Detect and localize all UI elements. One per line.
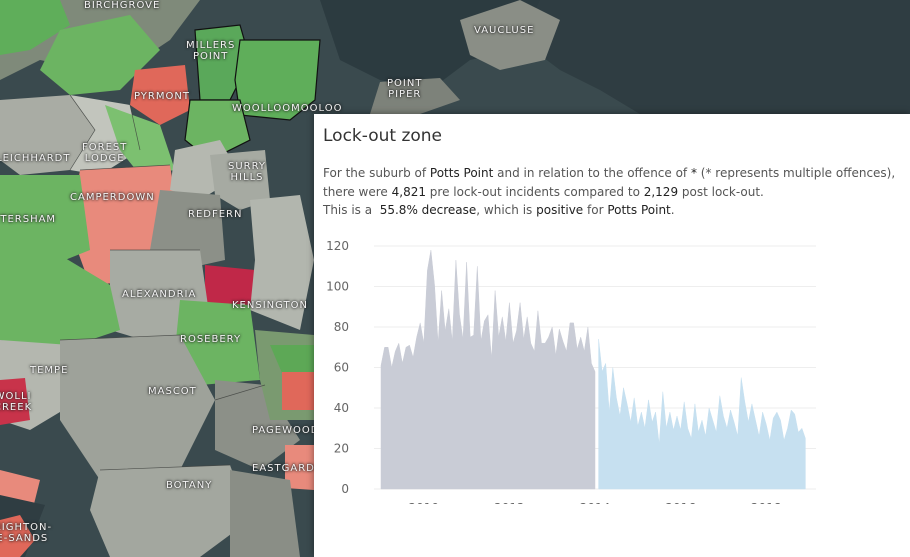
region-maroubra[interactable] [282, 372, 314, 410]
line1-mid: and in relation to the offence of [493, 166, 691, 180]
suburb-name: Potts Point [429, 166, 494, 180]
map-label-rosebery: ROSEBERY [180, 334, 242, 345]
line1-pre: For the suburb of [323, 166, 430, 180]
y-tick-label: 80 [334, 320, 349, 334]
map-label-leichhardt: LEICHHARDT [0, 153, 71, 164]
map-label-botany: BOTANY [166, 480, 213, 491]
description-line-1: For the suburb of Potts Point and in rel… [323, 164, 908, 183]
y-tick-label: 60 [334, 361, 349, 375]
line3-end: . [670, 203, 675, 217]
y-tick-label: 40 [334, 401, 349, 415]
map-label-wolli-creek: WOLLI CREEK [0, 391, 33, 413]
suburb-name-2: Potts Point [607, 203, 671, 217]
x-tick-label: 2016 [665, 501, 696, 504]
incidents-area-chart: 0 20 40 60 80 100 120 2010 2012 2014 2016 2018 [326, 239, 816, 504]
tooltip-panel: Lock-out zone For the suburb of Potts Po… [314, 114, 910, 557]
line1-post: (* represents multiple offences), [696, 166, 896, 180]
line3-mid: , which is [476, 203, 537, 217]
region-pagewood[interactable] [230, 470, 300, 557]
line2-mid: pre lock-out incidents compared to [425, 184, 644, 199]
map-label-woolloomooloo: WOOLLOOMOOLOO [232, 103, 343, 114]
map-label-pagewood: PAGEWOOD [252, 425, 320, 436]
series-area-post [598, 339, 806, 490]
map-label-camperdown: CAMPERDOWN [70, 192, 155, 203]
y-tick-label: 120 [326, 239, 349, 253]
map-label-brighton-le-sands: BRIGHTON- LE-SANDS [0, 522, 53, 544]
map-label-vaucluse: VAUCLUSE [474, 25, 535, 36]
map-label-forest-lodge: FOREST LODGE [82, 142, 128, 164]
tooltip-description: For the suburb of Potts Point and in rel… [323, 164, 908, 220]
map-label-surry-hills: SURRY HILLS [228, 161, 267, 183]
map-label-kensington: KENSINGTON [232, 300, 308, 311]
line3-for: for [583, 203, 608, 217]
map-label-tempe: TEMPE [30, 365, 69, 376]
map-label-birchgrove: BIRCHGROVE [84, 0, 161, 11]
x-tick-label: 2018 [751, 501, 782, 504]
description-line-2: there were 4,821 pre lock-out incidents … [323, 183, 908, 202]
map-label-alexandria: ALEXANDRIA [122, 289, 197, 300]
description-line-3: This is a 55.8% decrease, which is posit… [323, 201, 908, 220]
tooltip-title: Lock-out zone [323, 126, 443, 146]
map-label-redfern: REDFERN [188, 209, 243, 220]
map-label-petersham: PETERSHAM [0, 214, 57, 225]
map-label-millers-point: MILLERS POINT [186, 40, 236, 62]
pre-lockout-count: 4,821 [391, 184, 426, 199]
map-label-mascot: MASCOT [148, 386, 197, 397]
line3-pre: This is a [323, 203, 376, 217]
map-label-pyrmont: PYRMONT [134, 91, 190, 102]
verdict: positive [536, 203, 584, 217]
line2-post: post lock-out. [678, 184, 764, 199]
x-tick-label: 2014 [580, 501, 611, 504]
y-tick-label: 0 [341, 482, 349, 496]
map-label-point-piper: POINT PIPER [387, 78, 423, 100]
x-tick-label: 2010 [409, 501, 440, 504]
line2-pre: there were [323, 184, 392, 199]
y-tick-label: 20 [334, 442, 349, 456]
y-tick-label: 100 [326, 280, 349, 294]
post-lockout-count: 2,129 [643, 184, 679, 199]
series-area-pre [380, 250, 596, 490]
x-tick-label: 2012 [494, 501, 525, 504]
percent-change: 55.8% decrease [375, 203, 477, 217]
